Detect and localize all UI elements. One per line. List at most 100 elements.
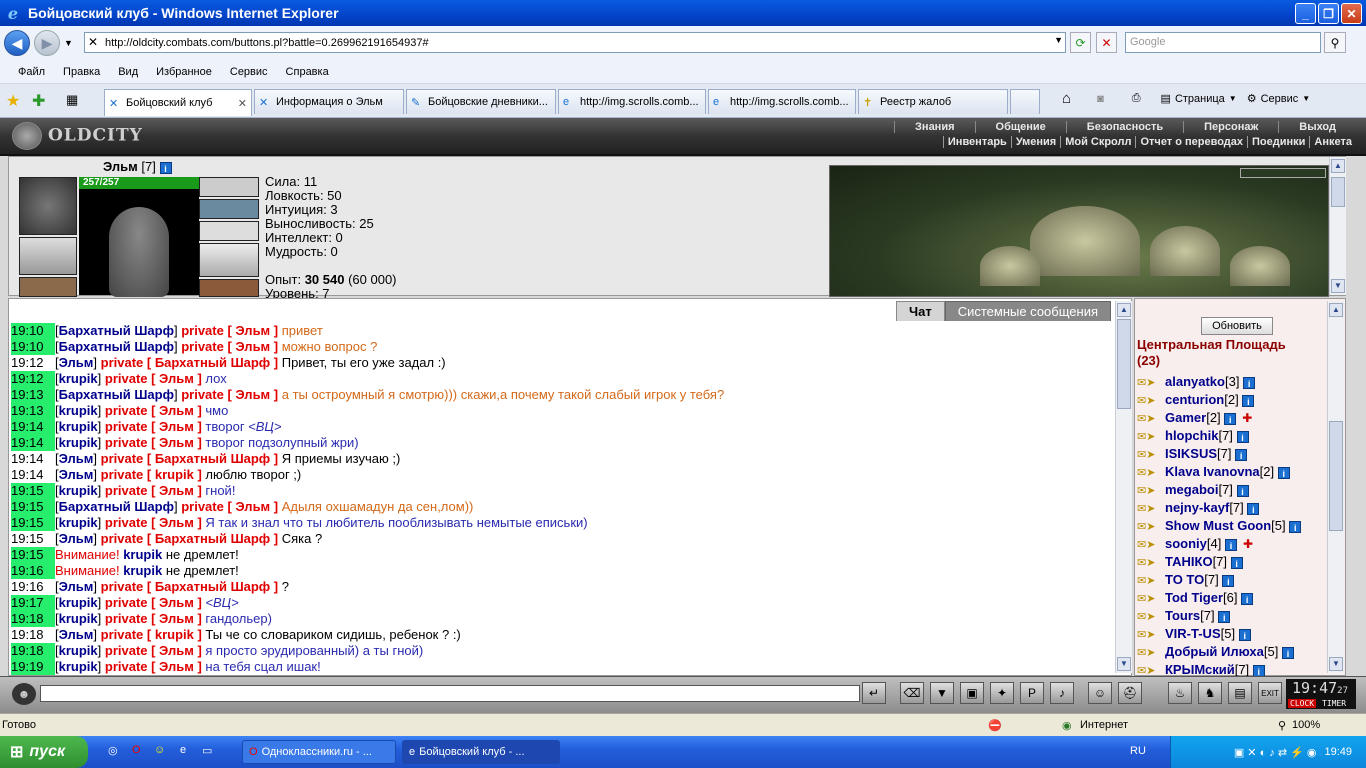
send-button[interactable]: ↵ — [862, 682, 886, 704]
message-nick[interactable]: krupik — [59, 611, 98, 626]
menu-file[interactable]: Файл — [18, 66, 45, 78]
message-nick[interactable]: krupik — [59, 419, 98, 434]
info-icon[interactable]: i — [1243, 376, 1256, 389]
tab-system-messages[interactable]: Системные сообщения — [944, 301, 1111, 321]
address-dropdown-icon[interactable]: ▼ — [1054, 35, 1063, 45]
feeds-icon[interactable]: ◙ — [1097, 93, 1104, 105]
player-name[interactable]: КРЫМский — [1165, 662, 1235, 677]
gloves-slot[interactable] — [199, 243, 259, 277]
info-icon[interactable]: i — [1289, 520, 1302, 533]
private-msg-icon[interactable]: ✉➤ — [1137, 554, 1165, 572]
private-tag[interactable]: private [ Эльм ] — [181, 499, 278, 514]
bracers-slot[interactable] — [19, 237, 77, 275]
filter-icon[interactable]: ▼ — [930, 682, 954, 704]
ie-quick-icon[interactable]: e — [180, 744, 186, 756]
player-row[interactable]: ✉➤ Tod Tiger[6] i — [1137, 589, 1301, 607]
private-msg-icon[interactable]: ✉➤ — [1137, 374, 1165, 392]
weapon-slot[interactable] — [199, 199, 259, 219]
message-nick[interactable]: Бархатный Шарф — [59, 323, 174, 338]
private-tag[interactable]: private [ Эльм ] — [105, 643, 202, 658]
private-tag[interactable]: private [ Эльм ] — [105, 419, 202, 434]
message-nick[interactable]: Эльм — [59, 451, 94, 466]
private-msg-icon[interactable]: ✉➤ — [1137, 572, 1165, 590]
maximize-button[interactable]: ❐ — [1318, 3, 1339, 24]
player-name[interactable]: TO TO — [1165, 572, 1204, 587]
info-icon[interactable]: i — [1225, 538, 1237, 551]
private-tag[interactable]: private [ Эльм ] — [105, 371, 202, 386]
home-icon[interactable]: ⌂ — [1062, 90, 1071, 107]
exit-icon[interactable]: EXIT — [1258, 682, 1282, 704]
message-nick[interactable]: Эльм — [59, 579, 94, 594]
player-name[interactable]: Klava Ivanovna — [1165, 464, 1260, 479]
task-combats[interactable]: e Бойцовский клуб - ... — [402, 740, 560, 764]
player-name[interactable]: nejny-kayf — [1165, 500, 1229, 515]
private-tag[interactable]: private [ Бархатный Шарф ] — [101, 579, 278, 594]
nav-fights[interactable]: Поединки — [1247, 136, 1309, 148]
info-icon[interactable]: i — [1247, 502, 1260, 515]
new-tab-button[interactable] — [1010, 89, 1040, 114]
chat-scrollbar[interactable]: ▲ ▼ — [1115, 301, 1132, 673]
favorites-star-icon[interactable]: ★ — [6, 91, 20, 111]
private-icon[interactable]: P — [1020, 682, 1044, 704]
message-nick[interactable]: krupik — [59, 643, 98, 658]
player-row[interactable]: ✉➤ centurion[2] i — [1137, 391, 1301, 409]
player-row[interactable]: ✉➤ Show Must Goon[5] i — [1137, 517, 1302, 535]
player-row[interactable]: ✉➤ nejny-kayf[7] i — [1137, 499, 1301, 517]
start-button[interactable]: ⊞ пуск — [0, 736, 88, 768]
private-tag[interactable]: private [ Эльм ] — [105, 515, 202, 530]
tab-info[interactable]: ✕ Информация о Эльм — [254, 89, 404, 114]
private-tag[interactable]: private [ krupik ] — [101, 467, 202, 482]
tab-chat[interactable]: Чат — [895, 301, 945, 321]
private-msg-icon[interactable]: ✉➤ — [1137, 500, 1165, 518]
message-nick[interactable]: Бархатный Шарф — [59, 499, 174, 514]
message-nick[interactable]: krupik — [59, 371, 98, 386]
tools-menu[interactable]: Сервис — [1261, 93, 1299, 105]
player-row[interactable]: ✉➤ Klava Ivanovna[2] i — [1137, 463, 1301, 481]
add-favorite-icon[interactable]: ✚ — [32, 91, 45, 111]
nav-knowledge[interactable]: Знания — [894, 121, 974, 133]
private-msg-icon[interactable]: ✉➤ — [1137, 644, 1165, 662]
task-odnoklassniki[interactable]: O Одноклассники.ru - ... — [242, 740, 396, 764]
private-tag[interactable]: private [ Бархатный Шарф ] — [101, 355, 278, 370]
menu-help[interactable]: Справка — [286, 66, 329, 78]
private-msg-icon[interactable]: ✉➤ — [1137, 446, 1165, 464]
privacy-icon[interactable]: ⛔ — [988, 719, 1002, 732]
player-row[interactable]: ✉➤ TO TO[7] i — [1137, 571, 1301, 589]
address-field[interactable]: ✕ http://oldcity.combats.com/buttons.pl?… — [84, 32, 1066, 53]
private-tag[interactable]: private [ Бархатный Шарф ] — [101, 451, 278, 466]
player-row[interactable]: ✉➤ Gamer[2] i ✚ — [1137, 409, 1301, 427]
private-tag[interactable]: private [ Эльм ] — [105, 595, 202, 610]
private-msg-icon[interactable]: ✉➤ — [1137, 410, 1165, 428]
info-icon[interactable]: i — [1218, 610, 1231, 623]
top-scrollbar[interactable]: ▲ ▼ — [1329, 157, 1346, 295]
private-tag[interactable]: private [ Эльм ] — [181, 339, 278, 354]
private-tag[interactable]: private [ Эльм ] — [181, 387, 278, 402]
messenger-icon[interactable]: ☺ — [154, 744, 165, 756]
message-nick[interactable]: Эльм — [59, 627, 94, 642]
info-icon[interactable]: i — [1242, 394, 1255, 407]
sound-icon[interactable]: ♪ — [1050, 682, 1074, 704]
smiley-icon[interactable]: ☺ — [1088, 682, 1112, 704]
knight-icon[interactable]: ♞ — [1198, 682, 1222, 704]
message-nick[interactable]: krupik — [59, 515, 98, 530]
player-name[interactable]: ISIKSUS — [1165, 446, 1217, 461]
helmet-slot[interactable] — [19, 177, 77, 235]
ring-slot[interactable] — [199, 177, 259, 197]
player-row[interactable]: ✉➤ megaboi[7] i — [1137, 481, 1301, 499]
info-icon[interactable]: i — [1230, 556, 1243, 569]
private-tag[interactable]: private [ Эльм ] — [105, 611, 202, 626]
refresh-button[interactable]: ⟳ — [1070, 32, 1091, 53]
player-name[interactable]: Gamer — [1165, 410, 1206, 425]
info-icon[interactable]: i — [1235, 448, 1248, 461]
quick-tabs-icon[interactable]: ▦ — [66, 92, 78, 108]
zoom-level[interactable]: 100% — [1292, 719, 1320, 731]
page-menu[interactable]: Страница — [1175, 93, 1225, 105]
private-msg-icon[interactable]: ✉➤ — [1137, 590, 1165, 608]
forward-button[interactable]: ▶ — [34, 30, 60, 56]
message-nick[interactable]: krupik — [59, 595, 98, 610]
info-icon[interactable]: i — [1236, 484, 1249, 497]
player-name[interactable]: alanyatko — [1165, 374, 1225, 389]
player-name[interactable]: VIR-T-US — [1165, 626, 1221, 641]
player-row[interactable]: ✉➤ ISIKSUS[7] i — [1137, 445, 1301, 463]
player-name[interactable]: centurion — [1165, 392, 1224, 407]
